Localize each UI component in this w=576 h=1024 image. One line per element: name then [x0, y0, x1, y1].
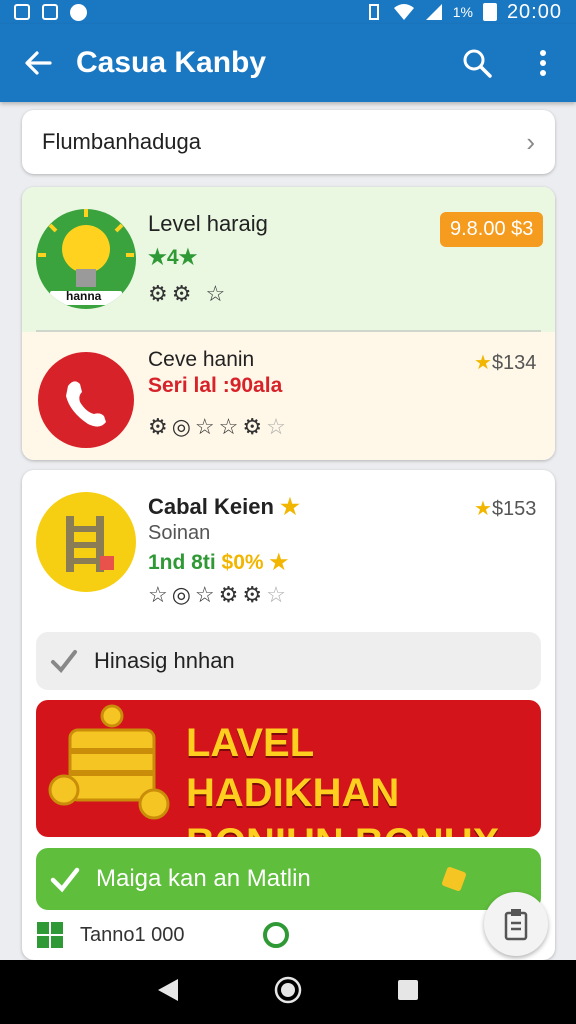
phone-icon [66, 381, 106, 427]
item-title: Cabal Keien ★ [148, 494, 300, 519]
status-right-icons: 1% 20:00 [365, 1, 562, 24]
bonus-banner[interactable]: LAVEL HADIKHAN BONIUN BONUX [36, 700, 541, 837]
arrow-back-icon [25, 51, 52, 75]
check-icon [51, 650, 77, 674]
list-item-level[interactable]: hanna Level haraig ★4★ ⚙⚙ ☆ 9.8.00 $3 [22, 187, 555, 332]
wifi-icon [393, 4, 414, 20]
item-title: Level haraig [148, 211, 268, 236]
offer-text: 1nd 8ti $0% ★ [148, 551, 289, 574]
app-title: Casua Kanby [76, 46, 267, 79]
home-circle-icon [274, 976, 302, 1003]
category-row[interactable]: Flumbanhaduga › [22, 110, 555, 174]
overflow-menu-button[interactable] [510, 24, 576, 102]
hint-label: Hinasig hnhan [94, 648, 235, 673]
ladder-avatar [36, 492, 136, 592]
system-nav-bar [0, 960, 576, 1024]
ladder-icon [66, 516, 114, 572]
list-item-call[interactable]: Ceve hanin Seri lal :90ala ⚙◎☆☆⚙☆ ★$134 [22, 332, 555, 460]
coin-icon [442, 867, 466, 891]
offer-card: Cabal Keien ★ Soinan 1nd 8ti $0% ★ ☆◎☆⚙⚙… [22, 470, 555, 960]
nav-home-button[interactable] [273, 975, 303, 1010]
hint-row[interactable]: Hinasig hnhan [36, 632, 541, 690]
item-title: Ceve hanin [148, 348, 255, 371]
signal-icon [425, 4, 442, 20]
item-subtitle: Soinan [148, 522, 211, 544]
banner-line-2: BONIUN BONUX [186, 818, 531, 837]
windows-icon [37, 922, 63, 948]
item-list-card: hanna Level haraig ★4★ ⚙⚙ ☆ 9.8.00 $3 Ce… [22, 187, 555, 460]
confirm-label: Maiga kan an Matlin [96, 865, 311, 892]
search-button[interactable] [444, 24, 510, 102]
list-item-cabal[interactable]: Cabal Keien ★ Soinan 1nd 8ti $0% ★ ☆◎☆⚙⚙… [22, 470, 555, 620]
item-price: ★$134 [474, 352, 537, 374]
clock: 20:00 [506, 0, 562, 23]
chevron-right-icon: › [526, 126, 535, 157]
notification-icon [14, 4, 30, 20]
app-notification-icon [70, 3, 87, 21]
more-vert-icon [540, 50, 546, 76]
nav-back-button[interactable] [156, 977, 180, 1008]
search-icon [463, 49, 492, 78]
banner-line-1: LAVEL HADIKHAN [186, 721, 400, 815]
battery-percent: 1% [452, 4, 473, 20]
gold-coins-icon [48, 704, 170, 820]
triangle-back-icon [158, 978, 179, 1001]
battery-icon [482, 3, 497, 21]
app-bar: Casua Kanby [0, 24, 576, 102]
square-recents-icon [397, 979, 418, 1000]
item-rank: ★4★ [148, 246, 198, 269]
status-bar: 1% 20:00 [0, 0, 576, 24]
status-left-icons [14, 3, 87, 21]
price-badge[interactable]: 9.8.00 $3 [440, 212, 544, 247]
message-icon [42, 4, 58, 20]
item-subtitle: Seri lal :90ala [148, 374, 283, 397]
avatar-caption: hanna [66, 289, 102, 303]
item-price: ★$153 [474, 498, 537, 520]
check-icon [50, 867, 80, 893]
back-button[interactable] [0, 24, 76, 102]
confirm-row[interactable]: Maiga kan an Matlin [36, 848, 541, 910]
bottom-strip[interactable]: Tanno1 000 [36, 910, 541, 960]
rating-stars: ⚙⚙ ☆ [148, 281, 230, 306]
rating-stars: ⚙◎☆☆⚙☆ [148, 414, 290, 439]
bottom-strip-text: Tanno1 000 [80, 923, 185, 946]
clipboard-icon [504, 909, 528, 941]
category-label: Flumbanhaduga [42, 129, 202, 154]
chat-icon [262, 922, 289, 948]
floating-action-button[interactable] [484, 892, 548, 956]
phone-avatar [38, 352, 134, 448]
nav-recents-button[interactable] [396, 978, 420, 1007]
vibrate-icon [368, 4, 379, 20]
banner-text: LAVEL HADIKHAN BONIUN BONUX [186, 718, 531, 837]
rating-stars: ☆◎☆⚙⚙☆ [148, 582, 290, 607]
phone-screen: 1% 20:00 Casua Kanby Flumbanhaduga › han… [0, 0, 576, 1024]
